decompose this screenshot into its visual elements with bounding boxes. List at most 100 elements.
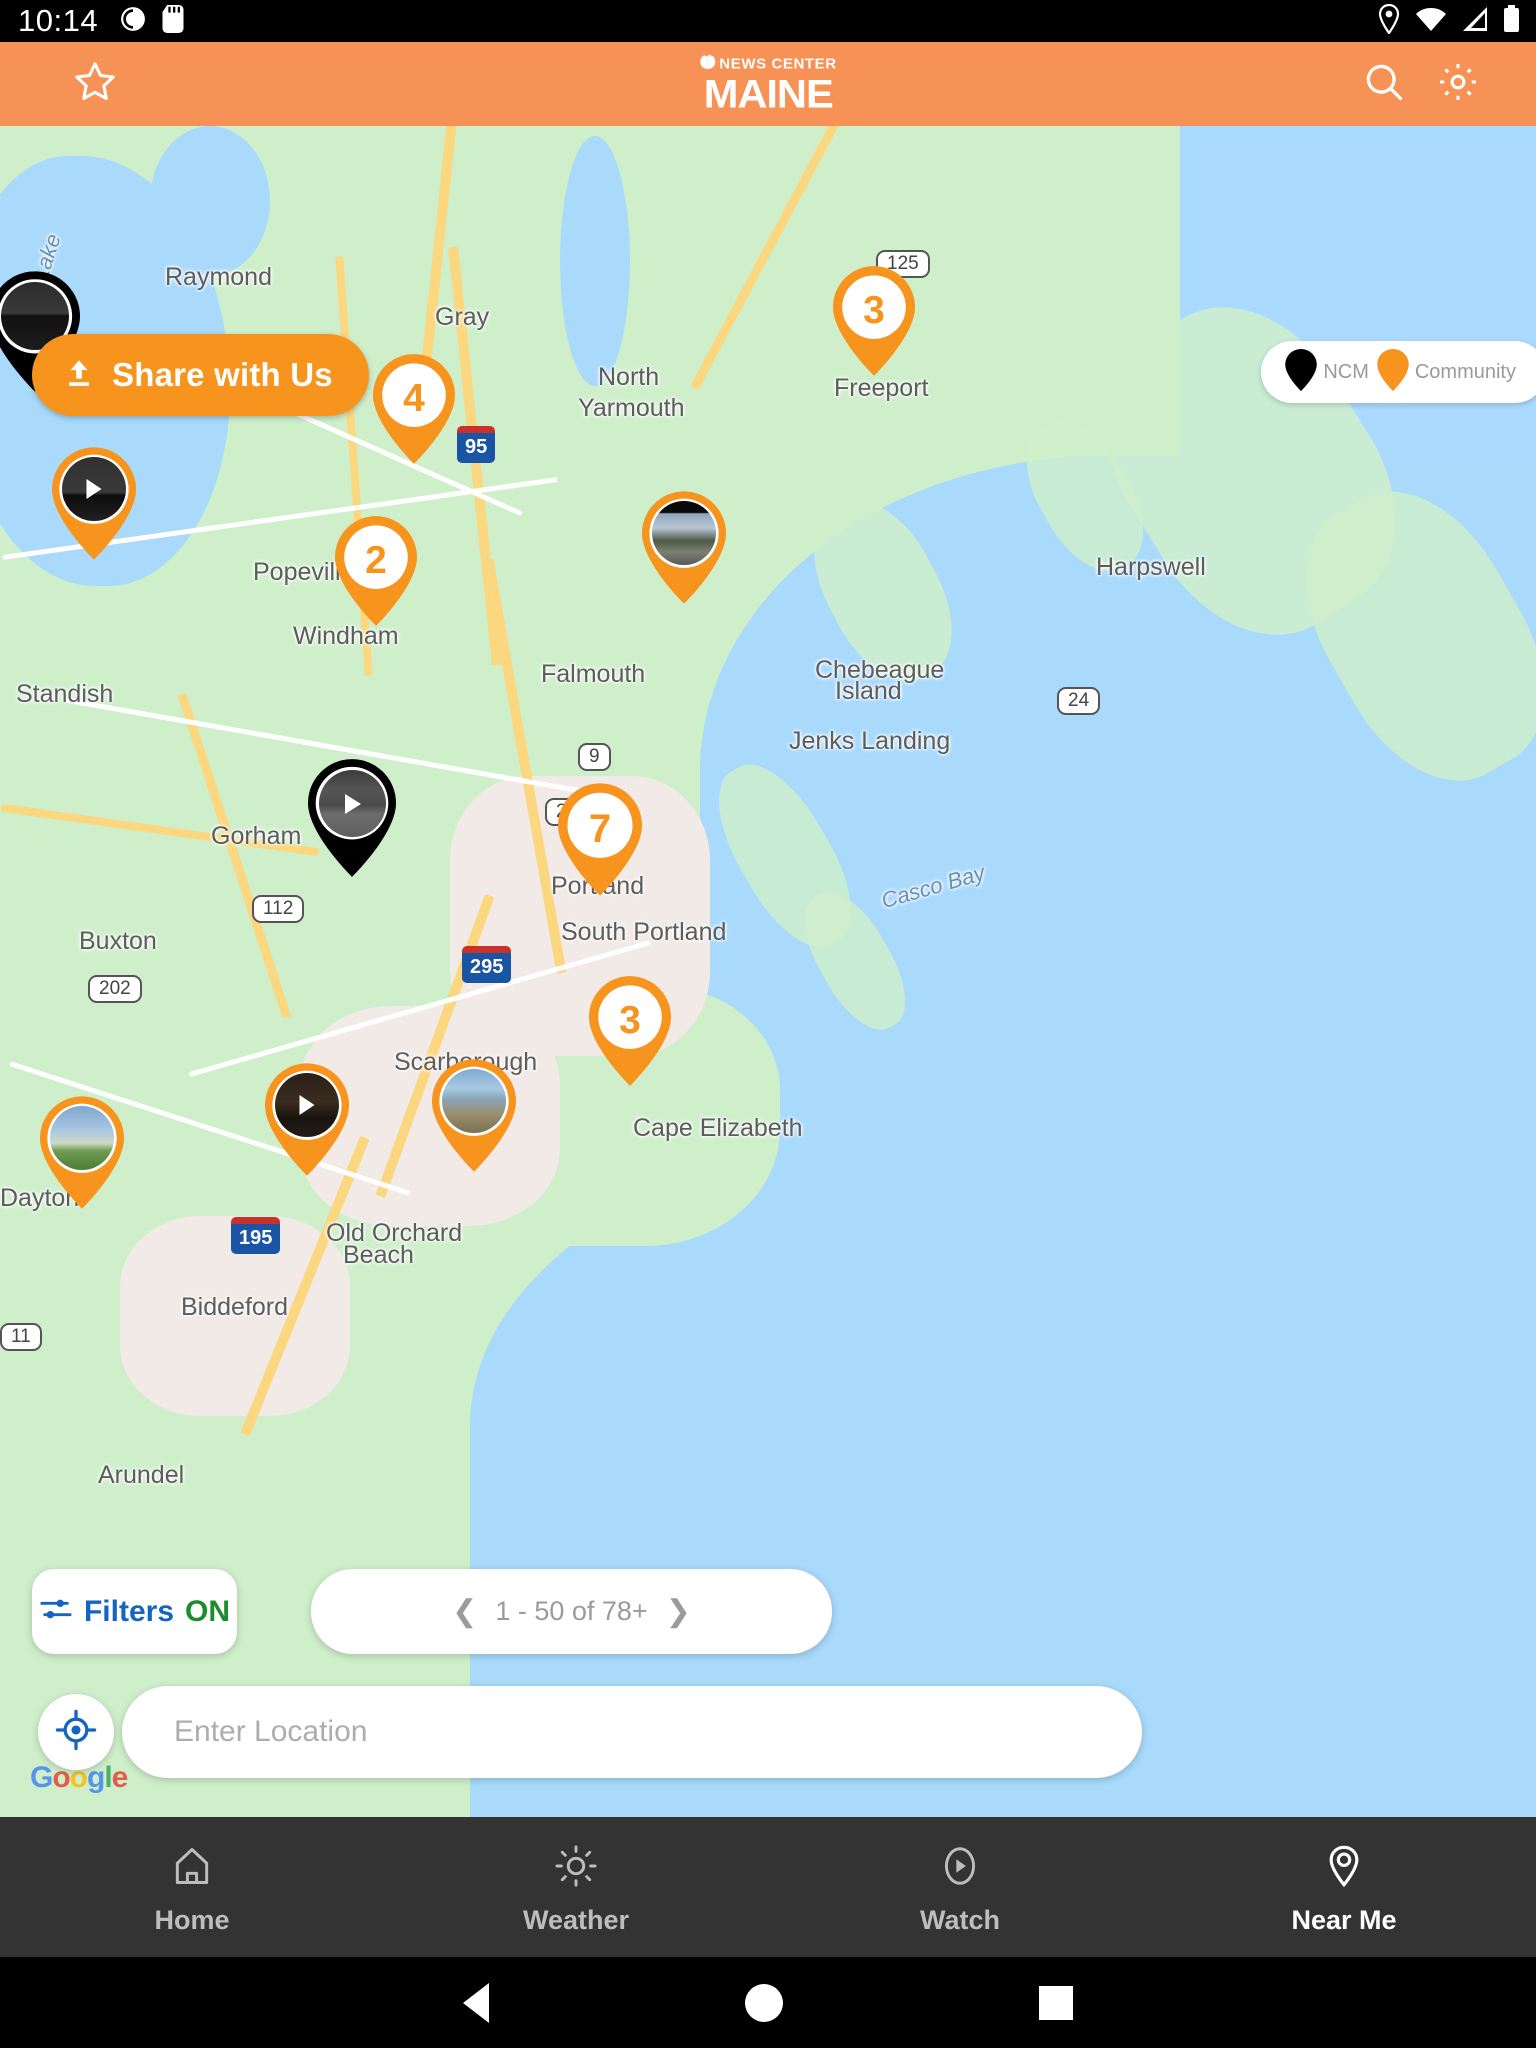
back-triangle-icon[interactable]	[463, 1982, 489, 2023]
nav-item-watch[interactable]: Watch	[768, 1817, 1152, 1957]
map-cluster-marker[interactable]: 3	[589, 976, 671, 1086]
legend-item-community: Community	[1377, 348, 1516, 396]
sliders-icon	[39, 1592, 73, 1631]
home-circle-icon[interactable]	[745, 1983, 783, 2022]
map-place-label: Raymond	[165, 263, 272, 291]
nav-item-weather[interactable]: Weather	[384, 1817, 768, 1957]
wifi-icon	[1415, 6, 1447, 37]
cluster-count: 2	[365, 538, 387, 582]
legend-label-community: Community	[1414, 360, 1516, 383]
marker-thumbnail	[442, 1069, 506, 1133]
status-bar-left-icons	[120, 4, 184, 38]
map-place-label: Freeport	[834, 374, 929, 402]
marker-thumbnail	[62, 457, 126, 521]
map-place-label: Gray	[435, 303, 490, 331]
legend-label-ncm: NCM	[1323, 360, 1369, 383]
map-route-shield: 95	[457, 426, 496, 463]
crosshair-icon	[55, 1709, 97, 1756]
favorites-star-button[interactable]	[72, 59, 118, 110]
android-navigation-bar	[0, 1957, 1536, 2048]
nav-label-home: Home	[154, 1905, 230, 1935]
marker-thumbnail	[652, 501, 716, 565]
gear-icon[interactable]	[1436, 60, 1480, 109]
nbc-peacock-icon	[699, 54, 716, 74]
status-bar-clock: 10:14	[18, 3, 99, 38]
map-place-label: South Portland	[561, 918, 727, 946]
legend-item-ncm: NCM	[1285, 348, 1369, 396]
home-icon	[170, 1844, 214, 1893]
nav-item-near-me[interactable]: Near Me	[1152, 1817, 1536, 1957]
map-place-label: Arundel	[98, 1461, 185, 1489]
marker-thumbnail	[319, 770, 386, 837]
filters-state-badge: ON	[185, 1594, 231, 1628]
map-photo-marker[interactable]	[40, 1096, 124, 1209]
community-pin-icon	[1377, 348, 1409, 396]
map-place-label: Cape Elizabeth	[633, 1114, 803, 1142]
nav-label-near-me: Near Me	[1291, 1905, 1397, 1935]
chevron-right-icon[interactable]: ❯	[666, 1596, 691, 1627]
header-actions	[1362, 60, 1480, 109]
cellular-signal-icon	[1461, 6, 1489, 37]
map-route-shield: 202	[88, 975, 142, 1003]
map-route-shield: 195	[231, 1217, 281, 1254]
pagination-label: 1 - 50 of 78+	[495, 1596, 648, 1626]
status-bar-right-icons	[1377, 3, 1520, 39]
play-circle-icon	[938, 1844, 982, 1893]
map-place-label: Beach	[343, 1241, 414, 1269]
map-cluster-marker[interactable]: 4	[373, 354, 455, 464]
location-input[interactable]	[174, 1715, 1046, 1749]
map-photo-marker[interactable]	[642, 491, 726, 604]
brand-logo: NEWS CENTER MAINE	[699, 54, 836, 115]
map-route-shield: 9	[578, 743, 611, 771]
map-place-label: Gorham	[211, 822, 302, 850]
map-place-label: Harpswell	[1096, 553, 1206, 581]
nav-item-home[interactable]: Home	[0, 1817, 384, 1957]
map-water-lake	[560, 136, 630, 386]
pagination-bar[interactable]: ❮ 1 - 50 of 78+ ❯	[311, 1569, 832, 1654]
marker-thumbnail	[50, 1106, 114, 1170]
play-icon	[344, 793, 361, 814]
map-place-label: Standish	[16, 680, 114, 708]
brand-main-text: MAINE	[703, 72, 834, 117]
filters-label: Filters	[83, 1594, 175, 1628]
nav-label-watch: Watch	[920, 1905, 1000, 1935]
map-place-label: Falmouth	[541, 660, 646, 688]
map-place-label: Biddeford	[181, 1293, 289, 1321]
cluster-count: 4	[403, 376, 425, 420]
do-not-disturb-icon	[120, 6, 146, 37]
map-place-label: Island	[835, 677, 902, 705]
share-with-us-label: Share with Us	[112, 356, 333, 393]
map-video-marker[interactable]	[308, 759, 396, 877]
map-legend: NCM Community	[1261, 341, 1536, 403]
app-header: NEWS CENTER MAINE	[0, 42, 1536, 126]
sun-icon	[554, 1844, 598, 1893]
map-cluster-marker[interactable]: 3	[833, 266, 915, 376]
map-route-shield: 295	[462, 946, 512, 983]
cluster-count: 3	[619, 998, 641, 1042]
nav-label-weather: Weather	[522, 1905, 630, 1935]
play-icon	[299, 1095, 315, 1115]
map-cluster-marker[interactable]: 7	[558, 783, 642, 896]
brand-top-text: NEWS CENTER	[719, 55, 837, 72]
cluster-count: 7	[588, 806, 612, 851]
location-field[interactable]	[122, 1686, 1142, 1778]
map-route-shield: 112	[252, 895, 305, 923]
location-icon	[1377, 3, 1401, 39]
sd-card-icon	[162, 4, 184, 38]
filters-button[interactable]: Filters ON	[32, 1569, 237, 1654]
chevron-left-icon[interactable]: ❮	[452, 1596, 477, 1627]
cluster-count: 3	[863, 288, 885, 332]
recents-square-icon[interactable]	[1039, 1985, 1073, 2020]
map-canvas[interactable]: RaymondGrayNorthYarmouthFreeportSebago L…	[0, 126, 1536, 1817]
map-place-label: Windham	[293, 622, 399, 650]
map-video-marker[interactable]	[265, 1063, 349, 1176]
map-photo-marker[interactable]	[432, 1059, 516, 1172]
bottom-navigation: Home Weather Watch Near Me	[0, 1817, 1536, 1957]
locate-me-button[interactable]	[38, 1694, 114, 1770]
map-cluster-marker[interactable]: 2	[335, 516, 417, 626]
map-place-label: Yarmouth	[578, 394, 685, 422]
map-video-marker[interactable]	[52, 447, 136, 560]
search-icon[interactable]	[1362, 60, 1406, 109]
share-with-us-button[interactable]: Share with Us	[32, 334, 369, 416]
ncm-pin-icon	[1285, 348, 1318, 396]
